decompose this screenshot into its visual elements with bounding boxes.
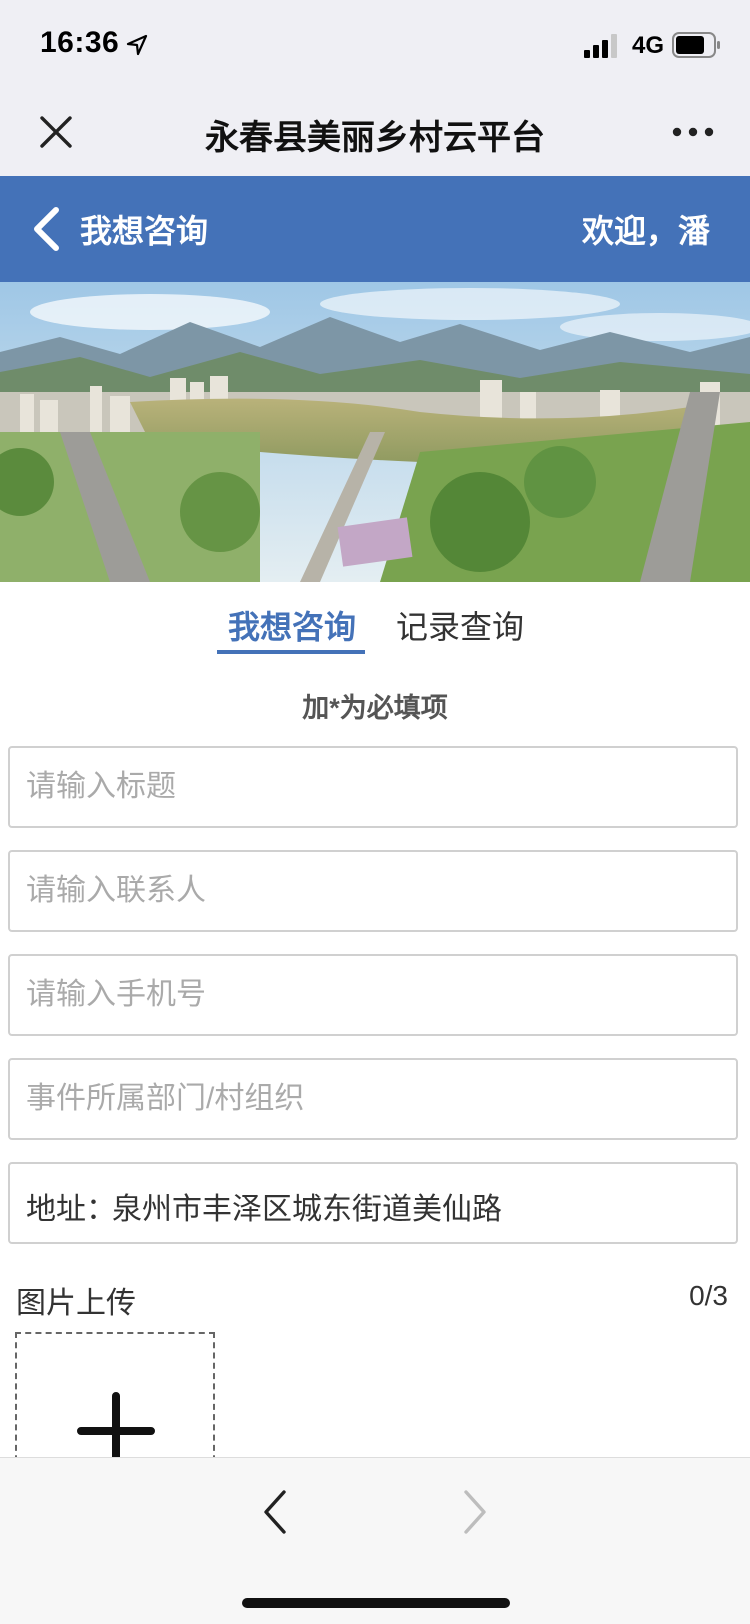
banner-image xyxy=(0,282,750,582)
bottom-toolbar xyxy=(0,1457,750,1624)
wechat-nav-bar: 永春县美丽乡村云平台 xyxy=(0,88,750,176)
signal-icon xyxy=(584,34,617,58)
upload-count: 0/3 xyxy=(689,1280,728,1311)
upload-label: 图片上传 xyxy=(16,1287,136,1320)
app-header: 我想咨询 欢迎，潘 xyxy=(0,176,750,282)
tab-consult[interactable]: 我想咨询 xyxy=(228,602,356,648)
required-note: 加*为必填项 xyxy=(302,693,448,723)
wechat-page-title: 永春县美丽乡村云平台 xyxy=(205,119,545,157)
battery-icon xyxy=(672,32,720,58)
network-label: 4G xyxy=(632,32,665,59)
address-value: 泉州市丰泽区城东街道美仙路 xyxy=(112,1193,502,1226)
back-arrow-icon[interactable] xyxy=(258,1486,290,1538)
phone-input[interactable] xyxy=(8,954,738,1036)
more-icon[interactable] xyxy=(672,122,714,142)
back-chevron-icon[interactable] xyxy=(30,206,62,252)
forward-arrow-icon xyxy=(464,1490,486,1534)
header-title: 我想咨询 xyxy=(80,213,209,249)
status-bar: 16:36 4G xyxy=(0,0,750,88)
status-time: 16:36 xyxy=(40,26,120,59)
department-input[interactable] xyxy=(8,1058,738,1140)
location-arrow-icon xyxy=(126,34,148,56)
tab-records[interactable]: 记录查询 xyxy=(396,602,524,648)
address-label: 地址： xyxy=(26,1193,116,1226)
title-input[interactable] xyxy=(8,746,738,828)
active-tab-underline xyxy=(217,650,365,654)
tab-bar: 我想咨询 记录查询 xyxy=(0,582,750,662)
home-indicator xyxy=(242,1598,510,1608)
contact-input[interactable] xyxy=(8,850,738,932)
welcome-text: 欢迎，潘 xyxy=(581,213,710,249)
